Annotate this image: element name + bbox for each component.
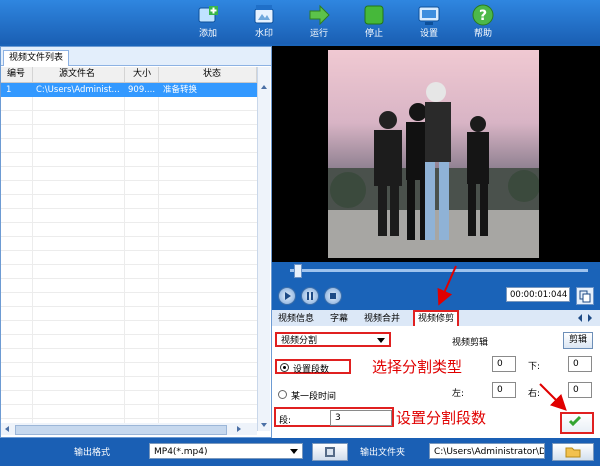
watermark-button[interactable]: 水印 (242, 1, 286, 43)
stop-icon (364, 5, 384, 25)
column-header-index[interactable]: 编号 (1, 67, 33, 82)
vertical-scrollbar[interactable] (257, 67, 270, 431)
settings-icon (418, 6, 440, 25)
row-source: C:\Users\Administ... (36, 85, 120, 95)
output-format-select[interactable]: MP4(*.mp4) (149, 443, 303, 459)
stop-button[interactable]: 停止 (352, 1, 396, 43)
video-preview (272, 46, 600, 262)
file-list-grid (1, 83, 257, 431)
browse-folder-button[interactable] (552, 443, 594, 461)
toolbar: 添加 水印 运行 停止 设置 ? 帮助 (0, 0, 600, 44)
scroll-down-icon[interactable] (258, 419, 270, 431)
add-label: 添加 (198, 29, 217, 39)
pause-button[interactable] (301, 287, 319, 305)
tab-scroll-right-icon[interactable] (586, 313, 594, 323)
film-icon (325, 447, 335, 457)
video-frame-image (328, 50, 539, 258)
table-row[interactable]: 1 C:\Users\Administ... 909.... 准备转换 (1, 83, 257, 97)
run-button[interactable]: 运行 (297, 1, 341, 43)
tab-video-merge[interactable]: 视频合并 (364, 313, 400, 325)
folder-icon (565, 447, 581, 458)
tab-video-info[interactable]: 视频信息 (278, 313, 314, 325)
split-panel: 视频分割 选择分割类型 设置段数 某一段时间 段: 3 设置分割段数 视频剪辑 … (272, 326, 600, 438)
help-button[interactable]: ? 帮助 (461, 1, 505, 43)
help-label: 帮助 (473, 29, 492, 39)
chevron-down-icon (290, 449, 298, 454)
format-settings-button[interactable] (312, 443, 348, 461)
scroll-up-icon[interactable] (258, 81, 270, 93)
scroll-right-icon[interactable] (233, 423, 245, 435)
watermark-label: 水印 (254, 29, 273, 39)
add-button[interactable]: 添加 (186, 1, 230, 43)
file-list-tabbar: 视频文件列表 (1, 47, 271, 66)
annotation-arrows (539, 383, 567, 411)
video-scene (328, 82, 539, 258)
horizontal-scroll-thumb[interactable] (15, 425, 227, 435)
time-display: 00:00:01:044 (506, 287, 570, 302)
snapshot-button[interactable] (576, 287, 594, 305)
run-arrow-icon (309, 4, 330, 26)
settings-label: 设置 (419, 29, 438, 39)
output-folder-field[interactable]: C:\Users\Administrator\Des (429, 443, 545, 459)
row-size: 909.... (128, 85, 156, 95)
svg-text:?: ? (479, 8, 487, 24)
output-format-label: 输出格式 (74, 448, 111, 458)
row-index: 1 (6, 85, 12, 95)
file-list-header: 编号 源文件名 大小 状态 (1, 67, 257, 83)
settings-button[interactable]: 设置 (407, 1, 451, 43)
seek-handle[interactable] (294, 264, 302, 278)
row-status: 准备转换 (163, 85, 198, 95)
copy-icon (579, 290, 591, 303)
play-icon (285, 292, 291, 300)
stop-playback-button[interactable] (324, 287, 342, 305)
help-icon: ? (472, 4, 494, 26)
stop-label: 停止 (364, 29, 383, 39)
watermark-icon (254, 5, 274, 24)
horizontal-scrollbar[interactable] (1, 423, 257, 435)
stop-square-icon (330, 293, 336, 299)
add-icon (198, 6, 218, 23)
tab-file-list[interactable]: 视频文件列表 (3, 50, 70, 66)
column-header-size[interactable]: 大小 (125, 67, 159, 82)
pause-icon (307, 292, 313, 300)
column-header-source[interactable]: 源文件名 (33, 67, 125, 82)
column-header-status[interactable]: 状态 (159, 67, 257, 82)
run-label: 运行 (309, 29, 328, 39)
file-list-panel: 视频文件列表 编号 源文件名 大小 状态 1 C:\Users\Administ… (0, 46, 272, 438)
output-format-value: MP4(*.mp4) (154, 447, 208, 457)
annotation-arrow-tab (437, 265, 457, 306)
tab-scroll-left-icon[interactable] (576, 313, 584, 323)
tab-subtitle[interactable]: 字幕 (330, 313, 348, 325)
scroll-left-icon[interactable] (1, 423, 13, 435)
output-folder-label: 输出文件夹 (360, 448, 406, 458)
bottom-bar: 输出格式 MP4(*.mp4) 输出文件夹 C:\Users\Administr… (0, 438, 600, 466)
play-button[interactable] (278, 287, 296, 305)
